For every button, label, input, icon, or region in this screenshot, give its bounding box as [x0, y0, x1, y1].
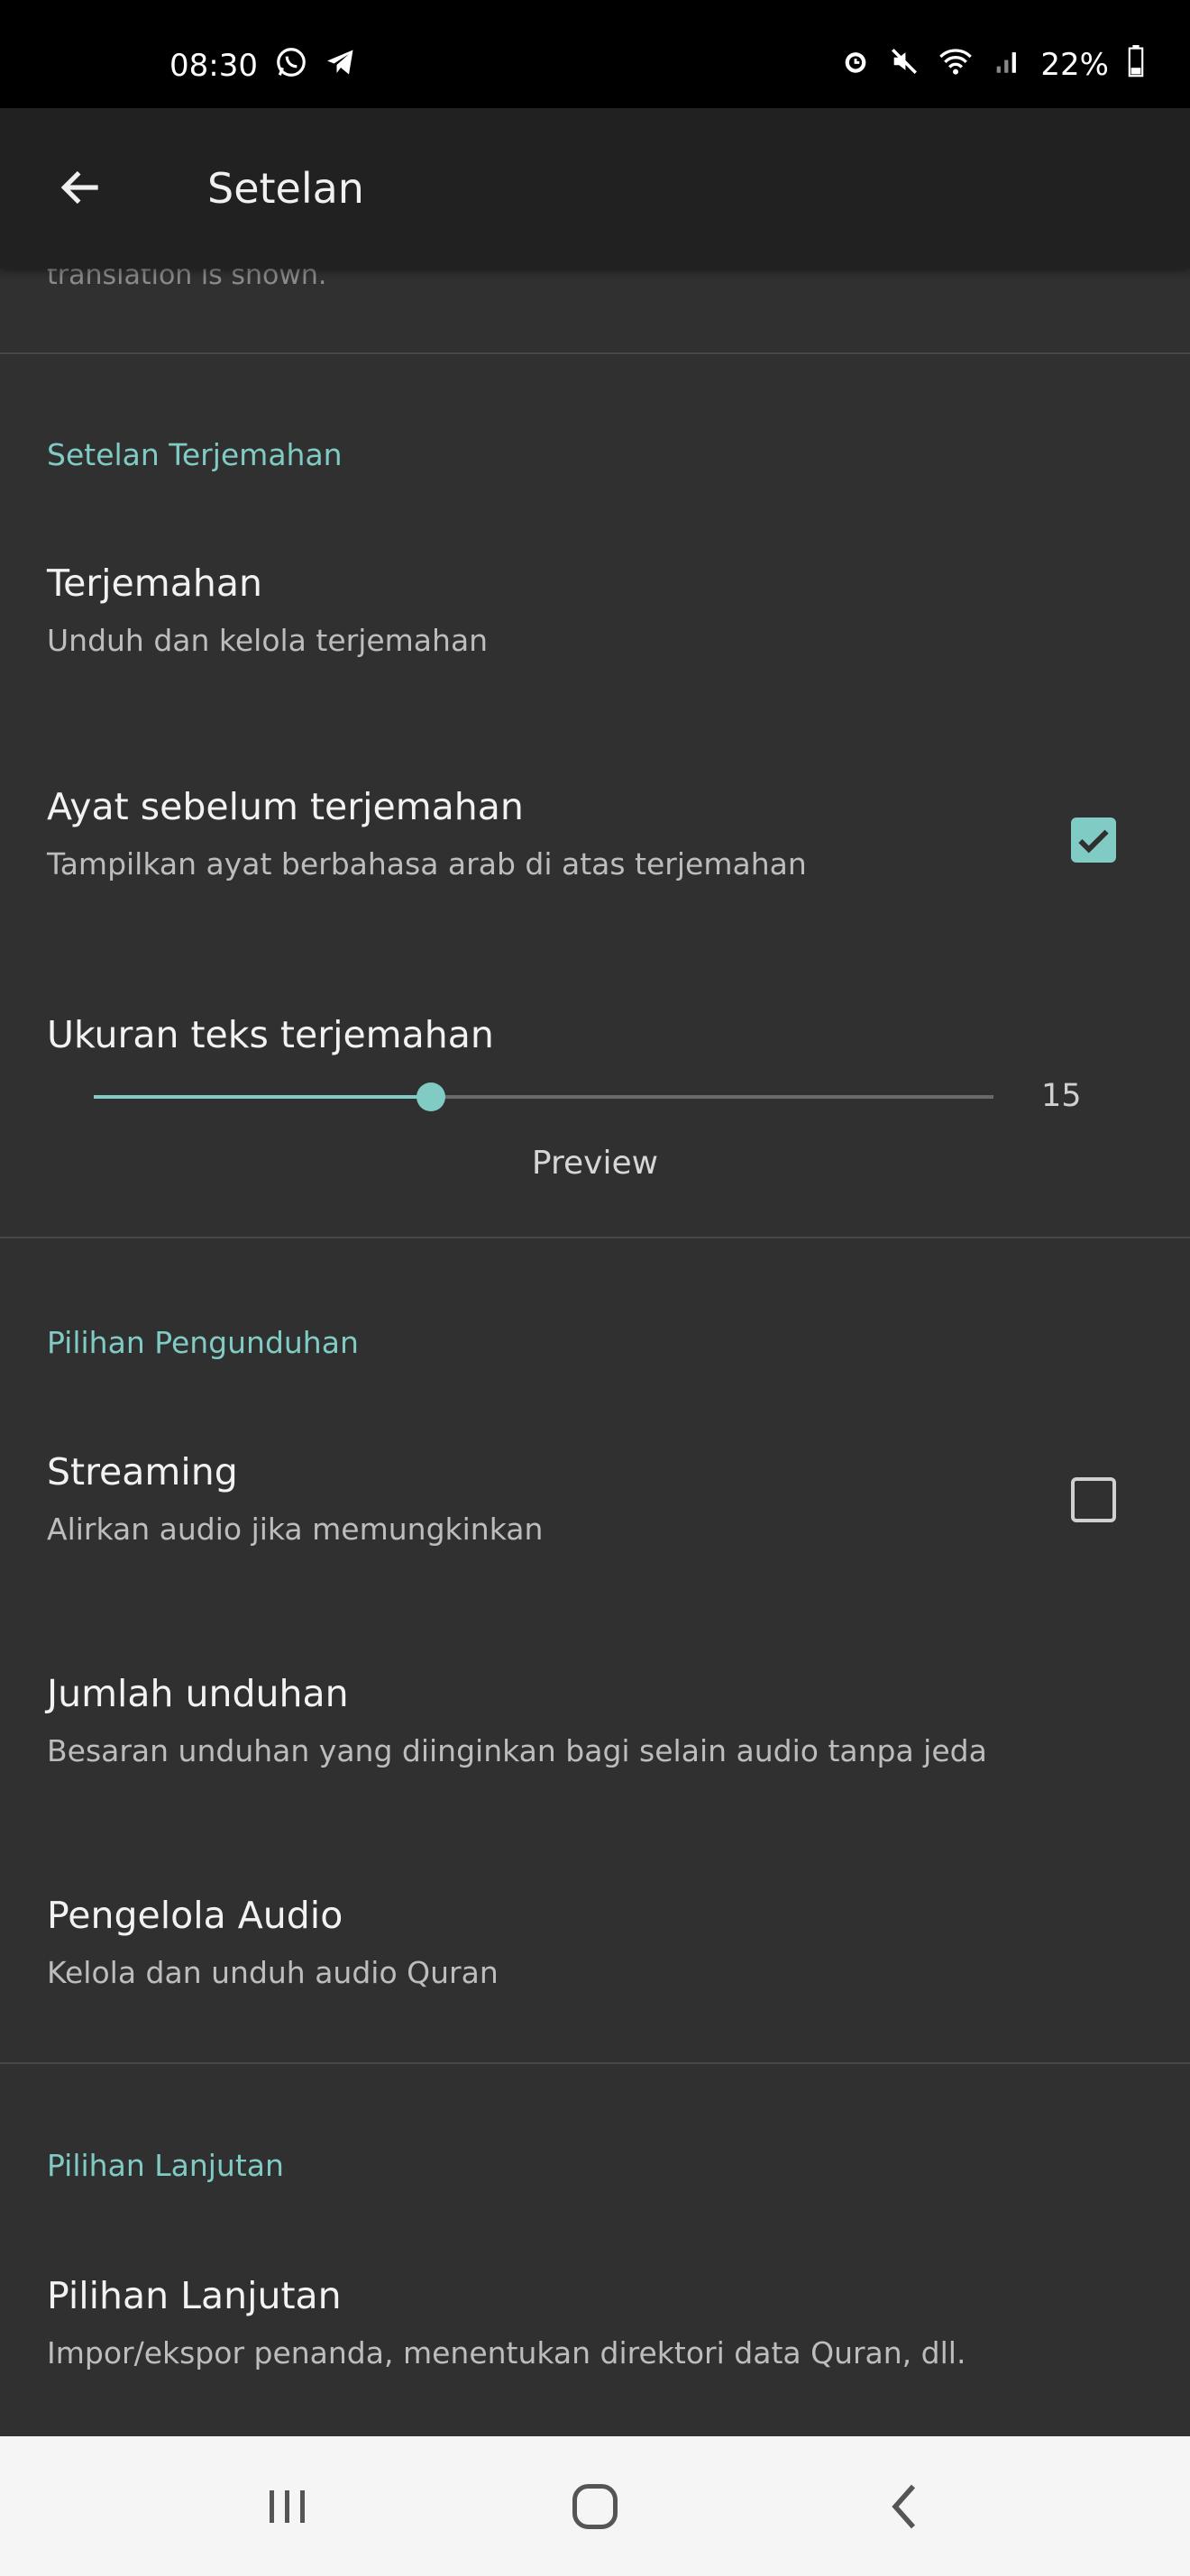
system-nav-bar: [0, 2436, 1190, 2576]
section-title-download: Pilihan Pengunduhan: [47, 1325, 359, 1360]
mute-icon: [889, 46, 920, 83]
back-icon: [892, 2484, 916, 2529]
wifi-icon: [938, 46, 974, 83]
pref-summary: Impor/ekspor penanda, menentukan direkto…: [47, 2335, 966, 2370]
signal-icon: [992, 46, 1022, 83]
pref-summary: Tampilkan ayat berbahasa arab di atas te…: [47, 846, 807, 882]
pref-summary: Unduh dan kelola terjemahan: [47, 623, 489, 658]
back-button[interactable]: [864, 2471, 945, 2543]
pref-summary: Besaran unduhan yang diinginkan bagi sel…: [47, 1733, 987, 1768]
home-button[interactable]: [554, 2471, 636, 2543]
pref-ayah-before-translation[interactable]: Ayat sebelum terjemahan Tampilkan ayat b…: [47, 785, 1111, 882]
pref-summary: Kelola dan unduh audio Quran: [47, 1955, 499, 1990]
telegram-icon: [325, 46, 357, 85]
pref-title: Terjemahan: [47, 562, 262, 605]
alarm-icon: [840, 46, 871, 83]
home-icon: [572, 2484, 618, 2529]
battery-icon: [1127, 45, 1145, 84]
check-icon: [1078, 829, 1109, 854]
app-bar: Setelan: [0, 108, 1190, 269]
pref-summary: Alirkan audio jika memungkinkan: [47, 1512, 544, 1547]
arrow-left-icon: [60, 170, 98, 205]
section-title-advanced: Pilihan Lanjutan: [47, 2148, 284, 2183]
battery-percent: 22%: [1040, 46, 1109, 83]
pref-advanced-options[interactable]: Pilihan Lanjutan Impor/ekspor penanda, m…: [47, 2274, 1111, 2370]
text-size-preview: Preview: [531, 1145, 659, 1182]
streaming-checkbox[interactable]: [1071, 1477, 1116, 1522]
slider-thumb[interactable]: [416, 1082, 446, 1111]
pref-streaming[interactable]: Streaming Alirkan audio jika memungkinka…: [47, 1450, 1111, 1547]
recent-apps-button[interactable]: [247, 2471, 328, 2543]
whatsapp-icon: [274, 45, 308, 86]
pref-title: Streaming: [47, 1450, 238, 1494]
slider-value: 15: [1041, 1078, 1082, 1114]
divider: [0, 1237, 1190, 1238]
divider: [0, 2062, 1190, 2064]
status-bar: 08:30 22%: [0, 0, 1190, 108]
settings-list[interactable]: translation is shown. Setelan Terjemahan…: [0, 269, 1190, 2436]
divider: [0, 352, 1190, 354]
text-size-slider[interactable]: [94, 1082, 993, 1111]
status-time: 08:30: [169, 47, 258, 84]
pref-translations[interactable]: Terjemahan Unduh dan kelola terjemahan: [47, 562, 1111, 658]
pref-title: Ayat sebelum terjemahan: [47, 785, 524, 828]
pref-audio-manager[interactable]: Pengelola Audio Kelola dan unduh audio Q…: [47, 1894, 1111, 1990]
slider-fill: [94, 1095, 432, 1099]
cut-off-summary: translation is shown.: [47, 269, 327, 291]
status-bar-right: 22%: [840, 45, 1145, 84]
pref-text-size-label: Ukuran teks terjemahan: [47, 1013, 1111, 1056]
pref-title: Ukuran teks terjemahan: [47, 1013, 494, 1056]
pref-download-amount[interactable]: Jumlah unduhan Besaran unduhan yang diin…: [47, 1672, 1111, 1768]
page-title: Setelan: [207, 164, 364, 213]
status-bar-left: 08:30: [169, 45, 357, 86]
recent-apps-icon: [270, 2490, 305, 2523]
pref-title: Pilihan Lanjutan: [47, 2274, 342, 2317]
section-title-translation: Setelan Terjemahan: [47, 437, 343, 472]
pref-title: Jumlah unduhan: [47, 1672, 349, 1715]
pref-title: Pengelola Audio: [47, 1894, 343, 1937]
back-arrow-button[interactable]: [43, 150, 119, 225]
ayah-before-checkbox[interactable]: [1071, 818, 1116, 863]
